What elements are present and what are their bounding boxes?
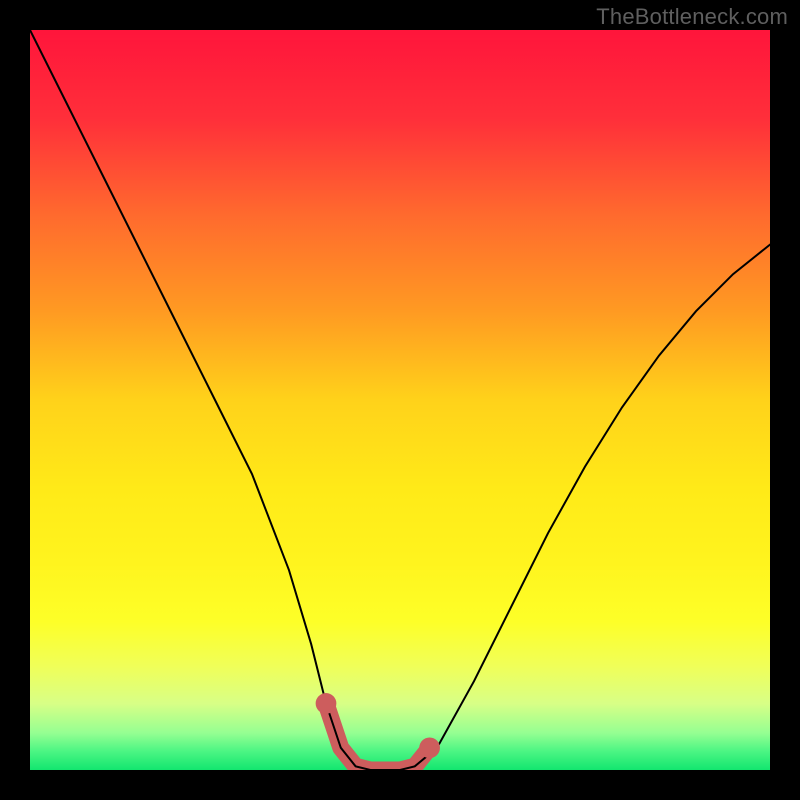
bottleneck-curve [30, 30, 770, 770]
curve-layer [30, 30, 770, 770]
optimal-range-highlight [326, 703, 430, 770]
plot-area [30, 30, 770, 770]
chart-frame: TheBottleneck.com [0, 0, 800, 800]
highlight-dot [316, 693, 337, 714]
watermark-text: TheBottleneck.com [596, 4, 788, 30]
highlight-dot [419, 737, 440, 758]
